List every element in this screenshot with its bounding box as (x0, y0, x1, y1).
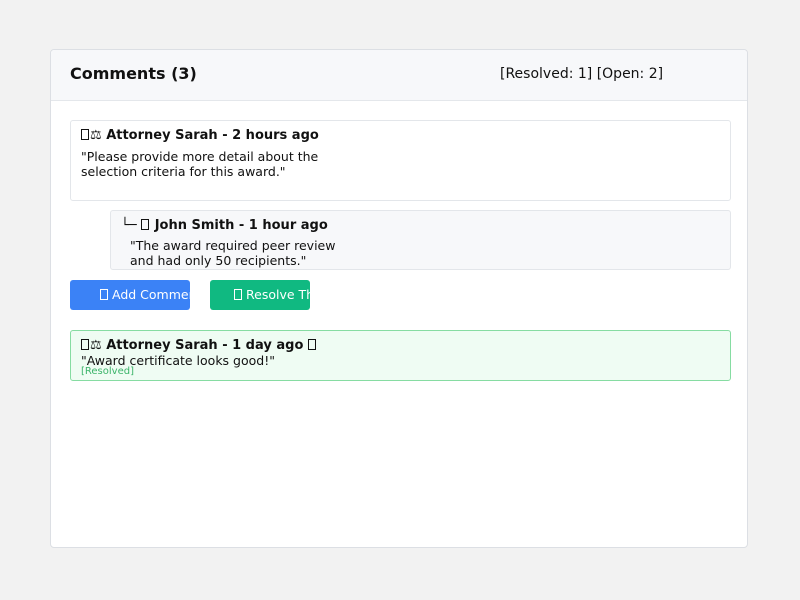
check-icon (234, 289, 242, 300)
resolved-comment-card: ⚖ Attorney Sarah - 1 day ago "Award cert… (70, 330, 731, 381)
comment-author: Attorney Sarah - 1 day ago (106, 338, 304, 353)
comment-card: ⚖ Attorney Sarah - 2 hours ago "Please p… (70, 120, 731, 201)
scales-icon: ⚖ (90, 128, 102, 143)
check-icon (307, 339, 316, 350)
panel-title: Comments (3) (70, 64, 197, 83)
panel-header: Comments (3) [Resolved: 1] [Open: 2] (51, 50, 747, 101)
user-icon (141, 219, 150, 230)
comment-header: ⚖ Attorney Sarah - 1 day ago (81, 338, 317, 353)
comment-header: ⚖ Attorney Sarah - 2 hours ago (81, 128, 319, 143)
comments-panel: Comments (3) [Resolved: 1] [Open: 2] ⚖ A… (50, 49, 748, 548)
placeholder-icon (81, 129, 89, 140)
comment-author: Attorney Sarah - 2 hours ago (106, 128, 319, 143)
resolved-badge: [Resolved] (81, 366, 134, 377)
reply-text: "The award required peer review and had … (130, 238, 336, 268)
add-comment-button[interactable]: Add Comment (70, 280, 190, 310)
resolve-thread-button[interactable]: Resolve Thread (210, 280, 310, 310)
status-counts: [Resolved: 1] [Open: 2] (500, 66, 664, 82)
scales-icon: ⚖ (90, 338, 102, 353)
placeholder-icon (81, 339, 89, 350)
comment-text: "Please provide more detail about the se… (81, 149, 319, 179)
reply-connector-icon: └─ (121, 218, 137, 233)
reply-header: └─ John Smith - 1 hour ago (121, 218, 328, 233)
add-comment-label: Add Comment (112, 287, 190, 302)
add-icon (100, 289, 108, 300)
reply-author: John Smith - 1 hour ago (154, 218, 328, 233)
reply-card: └─ John Smith - 1 hour ago "The award re… (110, 210, 731, 270)
resolve-thread-label: Resolve Thread (246, 287, 310, 302)
